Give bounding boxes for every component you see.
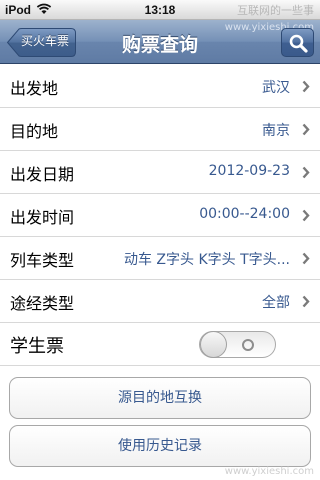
departure-time-value: 00:00--24:00 (199, 206, 290, 222)
row-destination[interactable]: 目的地 南京 (0, 108, 320, 151)
row-route-type[interactable]: 途经类型 全部 (0, 280, 320, 323)
departure-time-label: 出发时间 (10, 208, 75, 227)
row-departure[interactable]: 出发地 武汉 (0, 65, 320, 108)
off-icon (242, 339, 254, 351)
swap-stations-button[interactable]: 源目的地互换 (9, 377, 311, 419)
back-button[interactable]: 买火车票 (7, 28, 76, 57)
row-student-ticket: 学生票 (0, 323, 320, 366)
row-departure-time[interactable]: 出发时间 00:00--24:00 (0, 194, 320, 237)
train-type-label: 列车类型 (10, 251, 75, 270)
destination-value: 南京 (262, 123, 290, 139)
route-type-value: 全部 (262, 295, 290, 311)
back-button-label: 买火车票 (20, 34, 69, 48)
student-ticket-label: 学生票 (10, 336, 64, 357)
use-history-button[interactable]: 使用历史记录 (9, 425, 311, 467)
search-button[interactable] (281, 28, 314, 57)
student-ticket-toggle[interactable] (199, 331, 276, 358)
navigation-bar: 买火车票 购票查询 www.yixieshi.com (0, 20, 320, 64)
ticket-query-form: 出发地 武汉 目的地 南京 出发日期 2012-09-23 出发时间 00:00… (0, 65, 320, 366)
departure-label: 出发地 (10, 79, 59, 98)
departure-value: 武汉 (262, 80, 290, 96)
departure-date-label: 出发日期 (10, 165, 75, 184)
train-type-value: 动车 Z字头 K字头 T字头... (123, 252, 290, 268)
row-departure-date[interactable]: 出发日期 2012-09-23 (0, 151, 320, 194)
chevron-right-icon (302, 209, 310, 222)
status-bar: iPod 13:18 互联网的一些事 (0, 0, 320, 20)
watermark-text: 互联网的一些事 (237, 4, 314, 17)
chevron-right-icon (302, 252, 310, 265)
destination-label: 目的地 (10, 122, 59, 141)
route-type-label: 途经类型 (10, 294, 75, 313)
page-title: 购票查询 (121, 34, 198, 56)
search-icon (289, 34, 308, 53)
chevron-right-icon (302, 80, 310, 93)
departure-date-value: 2012-09-23 (208, 163, 290, 179)
row-train-type[interactable]: 列车类型 动车 Z字头 K字头 T字头... (0, 237, 320, 280)
chevron-right-icon (302, 123, 310, 136)
chevron-right-icon (302, 295, 310, 308)
chevron-right-icon (302, 166, 310, 179)
toggle-thumb[interactable] (200, 331, 227, 358)
watermark-url-bottom: www.yixieshi.com (224, 466, 314, 477)
